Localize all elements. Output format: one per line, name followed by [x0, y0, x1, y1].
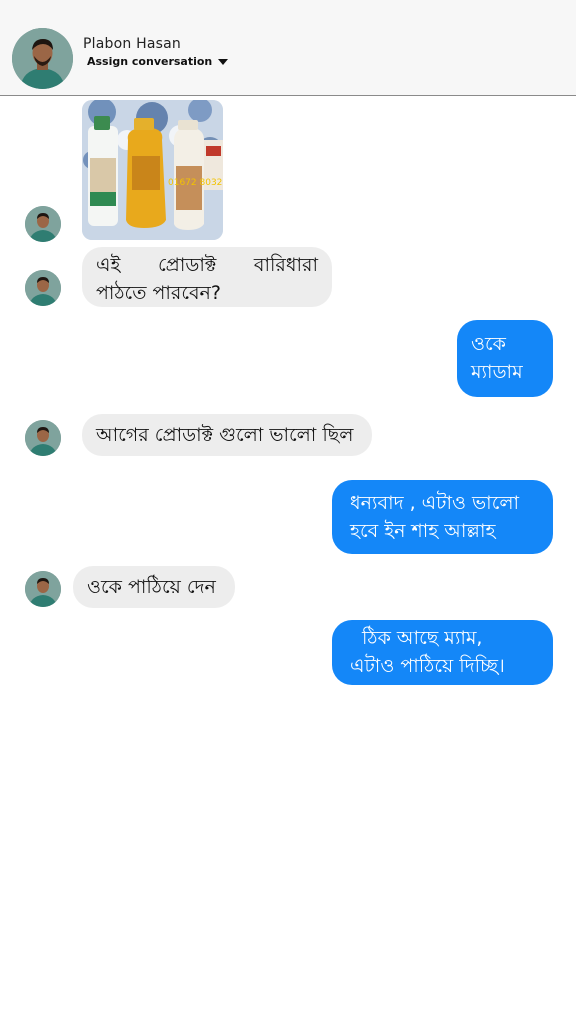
- contact-avatar-small: [25, 571, 61, 607]
- assign-conversation-label: Assign conversation: [87, 55, 213, 68]
- conversation-header: Plabon Hasan Assign conversation: [0, 0, 576, 96]
- message-text-line: আগের প্রোডাক্ট গুলো ভালো ছিল: [96, 424, 354, 446]
- message-bubble-incoming[interactable]: ওকে পাঠিয়ে দেন: [73, 566, 235, 608]
- product-image-message[interactable]: 01672 80323: [82, 100, 223, 240]
- contact-avatar-small: [25, 206, 61, 242]
- image-overlay-text: 01672 80323: [168, 178, 223, 188]
- message-text-line: এই প্রোডাক্ট বারিধারা: [96, 254, 318, 276]
- message-text-line: এটাও পাঠিয়ে দিচ্ছি।: [350, 655, 505, 677]
- message-text-line: ওকে: [471, 333, 506, 355]
- assign-conversation-dropdown[interactable]: Assign conversation: [87, 55, 229, 68]
- message-bubble-outgoing[interactable]: ধন্যবাদ , এটাও ভালো হবে ইন শাহ আল্লাহ: [332, 480, 553, 554]
- message-bubble-outgoing[interactable]: ওকে ম্যাডাম: [457, 320, 553, 397]
- message-text-line: ওকে পাঠিয়ে দেন: [87, 576, 216, 598]
- caret-down-icon: [218, 58, 229, 65]
- message-text-line: পাঠতে পারবেন?: [96, 282, 221, 304]
- message-bubble-incoming[interactable]: আগের প্রোডাক্ট গুলো ভালো ছিল: [82, 414, 372, 456]
- message-text-line: ঠিক আছে ম্যাম,: [362, 627, 483, 649]
- contact-avatar-small: [25, 420, 61, 456]
- message-text-line: হবে ইন শাহ আল্লাহ: [350, 520, 496, 542]
- message-bubble-outgoing[interactable]: ঠিক আছে ম্যাম, এটাও পাঠিয়ে দিচ্ছি।: [332, 620, 553, 685]
- message-text-line: ধন্যবাদ , এটাও ভালো: [350, 492, 519, 514]
- contact-avatar-small: [25, 270, 61, 306]
- contact-avatar[interactable]: [12, 28, 73, 89]
- message-text-line: ম্যাডাম: [471, 361, 523, 383]
- contact-name: Plabon Hasan: [83, 36, 181, 52]
- message-bubble-incoming[interactable]: এই প্রোডাক্ট বারিধারা পাঠতে পারবেন?: [82, 247, 332, 307]
